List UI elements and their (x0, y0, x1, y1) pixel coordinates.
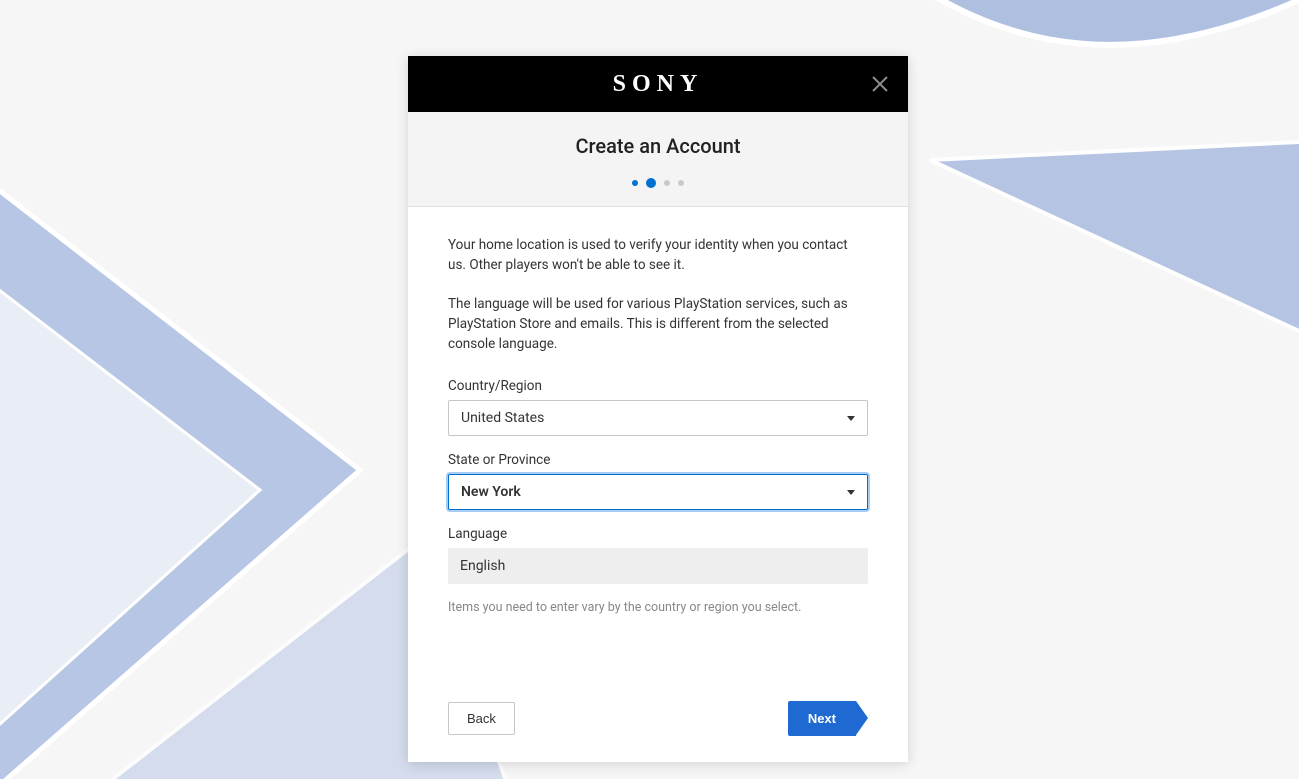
state-label: State or Province (448, 452, 868, 468)
intro-text-2: The language will be used for various Pl… (448, 294, 868, 355)
country-label: Country/Region (448, 378, 868, 394)
title-area: Create an Account (408, 112, 908, 207)
field-language: Language English (448, 526, 868, 584)
modal-footer: Back Next (408, 701, 908, 762)
progress-dot-3 (664, 180, 670, 186)
intro-text-1: Your home location is used to verify you… (448, 235, 868, 276)
field-country: Country/Region United States (448, 378, 868, 436)
form-area: Your home location is used to verify you… (408, 207, 908, 643)
field-state: State or Province New York (448, 452, 868, 510)
country-value: United States (461, 410, 847, 426)
modal-header: SONY (408, 56, 908, 112)
progress-dot-4 (678, 180, 684, 186)
language-label: Language (448, 526, 868, 542)
chevron-down-icon (847, 490, 855, 495)
page-title: Create an Account (428, 134, 888, 158)
chevron-down-icon (847, 416, 855, 421)
progress-dots (428, 178, 888, 188)
hint-text: Items you need to enter vary by the coun… (448, 600, 868, 615)
state-select[interactable]: New York (448, 474, 868, 510)
language-readonly: English (448, 548, 868, 584)
language-value: English (460, 558, 505, 574)
back-button[interactable]: Back (448, 702, 515, 735)
next-button[interactable]: Next (788, 701, 868, 736)
sony-logo: SONY (613, 71, 704, 98)
create-account-modal: SONY Create an Account Your home locatio… (408, 56, 908, 762)
country-select[interactable]: United States (448, 400, 868, 436)
close-icon[interactable] (870, 74, 890, 94)
progress-dot-2 (646, 178, 656, 188)
progress-dot-1 (632, 180, 638, 186)
state-value: New York (461, 484, 847, 500)
arrow-right-icon (856, 701, 868, 735)
next-button-label[interactable]: Next (788, 701, 856, 736)
